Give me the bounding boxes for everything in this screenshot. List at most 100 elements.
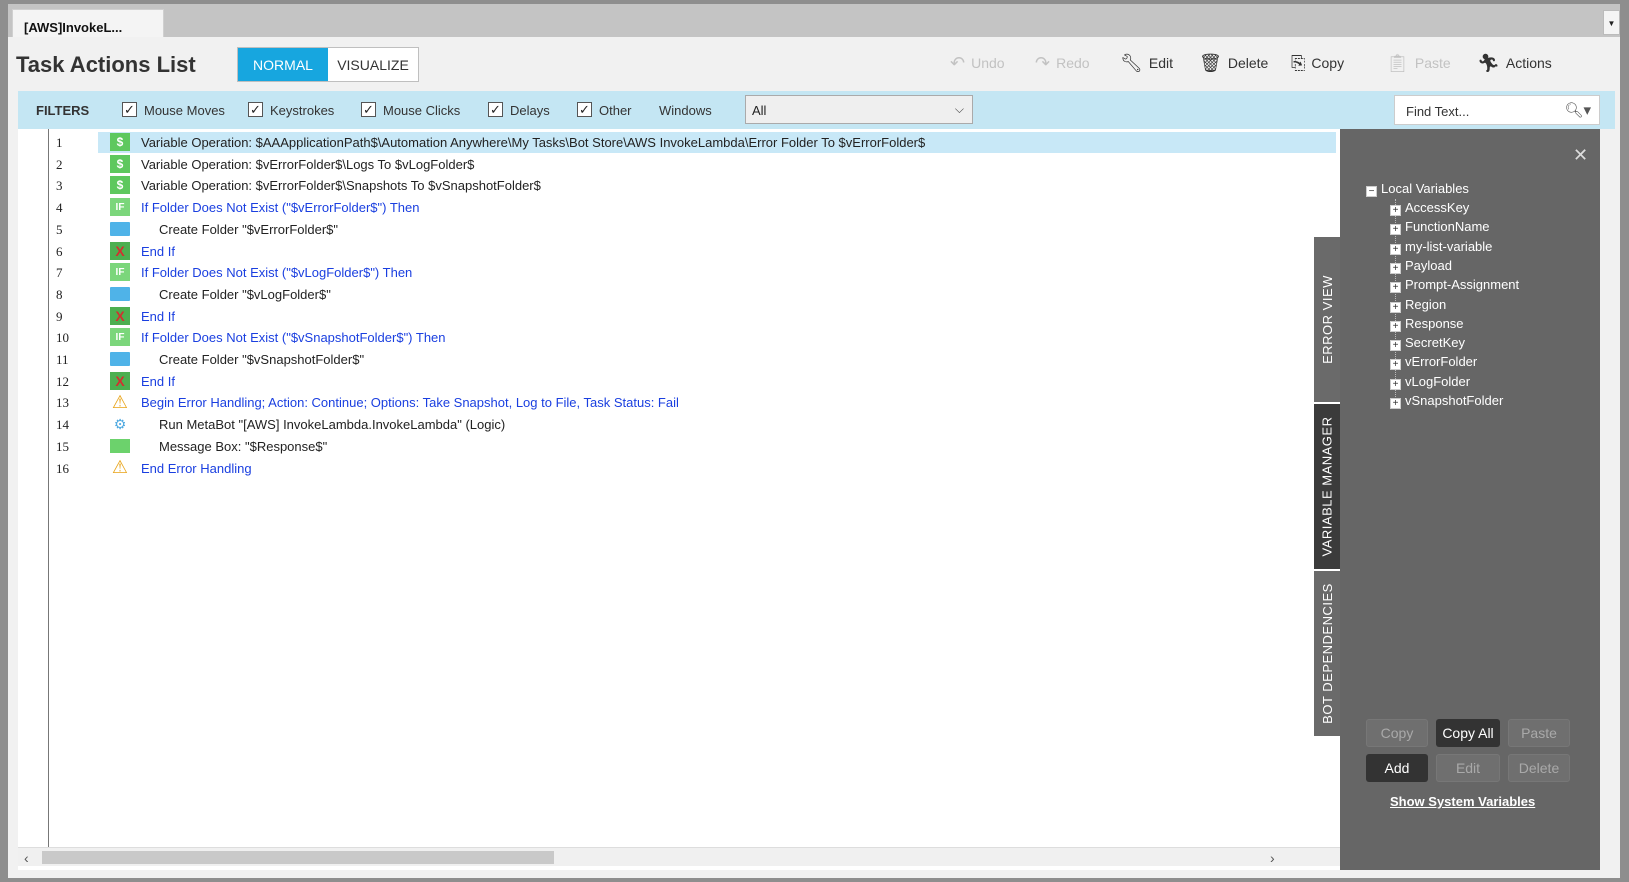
scroll-left-icon[interactable]: ‹ [24, 850, 29, 866]
expand-icon[interactable]: + [1390, 340, 1401, 352]
variable-name: Response [1405, 315, 1464, 331]
action-row[interactable]: 2 $ Variable Operation: $vErrorFolder$\Log… [18, 153, 1340, 175]
variable-item[interactable]: + SecretKey [1390, 335, 1465, 352]
mouse-clicks-checkbox[interactable]: ✓ [361, 102, 376, 117]
line-number: 10 [56, 330, 69, 346]
expand-icon[interactable]: + [1390, 320, 1401, 332]
action-row[interactable]: 13 ⚠ Begin Error Handling; Action: Continu… [18, 391, 1340, 413]
action-row[interactable]: 8 Create Folder "$vLogFolder$" [18, 283, 1340, 305]
var-delete-button[interactable]: Delete [1508, 754, 1570, 782]
show-system-variables-link[interactable]: Show System Variables [1390, 794, 1535, 809]
document-tabstrip: [AWS]InvokeL... ▼ [8, 4, 1620, 39]
visualize-mode-button[interactable]: VISUALIZE [328, 48, 418, 81]
edit-label: Edit [1148, 55, 1173, 71]
expand-icon[interactable]: + [1390, 398, 1401, 409]
var-copy-button[interactable]: Copy [1366, 719, 1428, 747]
paste-label: Paste [1414, 55, 1451, 71]
variable-item[interactable]: + vLogFolder [1390, 374, 1470, 390]
variable-item[interactable]: + Payload [1390, 258, 1452, 274]
copy-button[interactable]: ⎘ Copy [1291, 54, 1344, 72]
if-condition-icon: IF [110, 263, 130, 282]
action-text: Begin Error Handling; Action: Continue; … [141, 395, 679, 411]
paste-button[interactable]: 📋︎ Paste [1386, 54, 1451, 72]
action-row[interactable]: 16 ⚠ End Error Handling [18, 457, 1340, 479]
scroll-right-icon[interactable]: › [1270, 850, 1275, 866]
action-row[interactable]: 11 Create Folder "$vSnapshotFolder$" [18, 348, 1340, 370]
line-number: 12 [56, 373, 69, 389]
collapse-icon[interactable]: − [1366, 186, 1377, 197]
variable-item[interactable]: + FunctionName [1390, 219, 1490, 236]
expand-icon[interactable]: + [1390, 378, 1401, 390]
other-checkbox[interactable]: ✓ [577, 102, 592, 117]
line-number: 2 [56, 156, 63, 172]
action-row[interactable]: 4 IF If Folder Does Not Exist ("$vErrorFol… [18, 196, 1340, 218]
action-row[interactable]: 5 Create Folder "$vErrorFolder$" [18, 218, 1340, 240]
find-text-input[interactable]: Find Text... 🔍︎▾ [1394, 95, 1600, 125]
wrench-icon: 🔧︎ [1120, 53, 1143, 73]
variable-item[interactable]: + Region [1390, 297, 1446, 313]
action-row[interactable]: 15 Message Box: "$Response$" [18, 435, 1340, 457]
var-copy-all-button[interactable]: Copy All [1436, 719, 1500, 747]
action-row[interactable]: 10 IF If Folder Does Not Exist ("$vSnapsho… [18, 326, 1340, 348]
action-row[interactable]: 12 X End If [18, 370, 1340, 392]
filter-bar: FILTERS ✓ Mouse Moves ✓ Keystrokes ✓ Mou… [18, 91, 1615, 129]
expand-icon[interactable]: + [1390, 224, 1401, 236]
mouse-moves-checkbox[interactable]: ✓ [122, 102, 137, 117]
tab-list-dropdown-icon[interactable]: ▼ [1603, 10, 1620, 35]
variable-item[interactable]: + vErrorFolder [1390, 354, 1478, 371]
expand-icon[interactable]: + [1390, 243, 1401, 255]
undo-label: Undo [971, 55, 1005, 71]
local-variables-node[interactable]: − Local Variables [1366, 181, 1469, 197]
variable-item[interactable]: + Prompt-Assignment [1390, 277, 1519, 294]
variable-item[interactable]: + Response [1390, 316, 1464, 332]
variable-name: vErrorFolder [1405, 354, 1478, 370]
undo-button[interactable]: ↶ Undo [950, 54, 1005, 72]
action-row[interactable]: 9 X End If [18, 305, 1340, 327]
delete-button[interactable]: 🗑︎ Delete [1199, 54, 1268, 72]
scrollbar-thumb[interactable] [42, 851, 554, 864]
action-row[interactable]: 7 IF If Folder Does Not Exist ("$vLogFolde… [18, 261, 1340, 283]
expand-icon[interactable]: + [1390, 282, 1401, 294]
document-tab[interactable]: [AWS]InvokeL... [12, 9, 164, 39]
redo-icon: ↷ [1035, 53, 1051, 73]
edit-button[interactable]: 🔧︎ Edit [1120, 54, 1173, 72]
tab-bot-dependencies[interactable]: BOT DEPENDENCIES [1314, 571, 1340, 736]
variable-item[interactable]: + my-list-variable [1390, 239, 1492, 255]
close-icon[interactable]: ✕ [1573, 145, 1588, 166]
keystrokes-checkbox[interactable]: ✓ [248, 102, 263, 117]
var-paste-button[interactable]: Paste [1508, 719, 1570, 747]
variable-name: SecretKey [1405, 335, 1465, 351]
bot-dependencies-label: BOT DEPENDENCIES [1319, 583, 1335, 724]
mouse-moves-label: Mouse Moves [144, 103, 225, 118]
var-add-button[interactable]: Add [1366, 754, 1428, 782]
expand-icon[interactable]: + [1390, 205, 1401, 216]
action-row[interactable]: 3 $ Variable Operation: $vErrorFolder$\Sna… [18, 174, 1340, 196]
find-text-placeholder: Find Text... [1406, 104, 1470, 119]
delays-checkbox[interactable]: ✓ [488, 102, 503, 117]
action-row[interactable]: 6 X End If [18, 240, 1340, 262]
redo-button[interactable]: ↷ Redo [1035, 54, 1090, 72]
tab-variable-manager[interactable]: VARIABLE MANAGER [1314, 404, 1340, 569]
if-condition-icon: IF [110, 328, 130, 347]
tab-error-view[interactable]: ERROR VIEW [1314, 237, 1340, 402]
expand-icon[interactable]: + [1390, 262, 1401, 274]
expand-icon[interactable]: + [1390, 359, 1401, 371]
action-row[interactable]: 1 $ Variable Operation: $AAApplicationPath… [18, 131, 1340, 153]
windows-dropdown[interactable]: All ⌵ [745, 95, 973, 124]
var-edit-button[interactable]: Edit [1436, 754, 1500, 782]
variable-item[interactable]: + vSnapshotFolder [1390, 393, 1503, 409]
horizontal-scrollbar[interactable]: ‹ › [18, 847, 1340, 866]
line-number: 16 [56, 460, 69, 476]
action-row[interactable]: 14 ⚙ Run MetaBot "[AWS] InvokeLambda.Invok… [18, 413, 1340, 435]
variable-operation-icon: $ [110, 176, 130, 195]
expand-icon[interactable]: + [1390, 301, 1401, 313]
variable-item[interactable]: + AccessKey [1390, 200, 1469, 216]
search-icon[interactable]: 🔍︎▾ [1564, 101, 1591, 119]
if-condition-icon: IF [110, 198, 130, 217]
folder-icon [110, 350, 130, 368]
end-if-icon: X [110, 241, 130, 260]
variable-name: vLogFolder [1405, 373, 1471, 389]
variable-name: FunctionName [1405, 219, 1490, 235]
actions-button[interactable]: 🏃︎ Actions [1477, 54, 1552, 72]
normal-mode-button[interactable]: NORMAL [238, 48, 328, 81]
